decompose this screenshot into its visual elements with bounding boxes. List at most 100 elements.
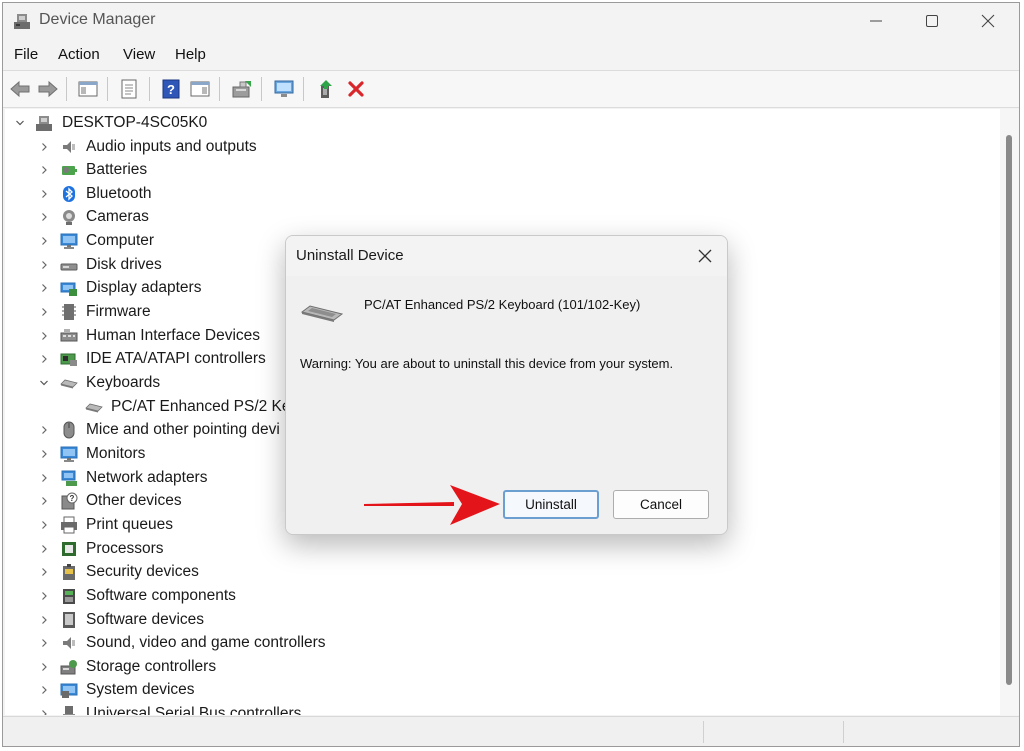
chevron-right-icon[interactable] [39,544,49,554]
chevron-right-icon[interactable] [39,709,49,715]
toolbar-separator [66,77,67,101]
tree-category[interactable]: Universal Serial Bus controllers [5,703,985,715]
scrollbar-thumb[interactable] [1006,135,1012,685]
chevron-right-icon[interactable] [39,283,49,293]
chevron-right-icon[interactable] [39,638,49,648]
minimize-button[interactable] [848,3,904,39]
properties-icon [121,79,137,99]
cancel-button[interactable]: Cancel [613,490,709,519]
chevron-right-icon[interactable] [39,307,49,317]
tree-category[interactable]: Bluetooth [5,183,985,206]
chevron-right-icon[interactable] [39,662,49,672]
svg-text:?: ? [70,494,75,503]
tree-item-label: Firmware [86,303,151,320]
tree-item-label: Cameras [86,208,149,225]
add-driver-icon [320,80,332,98]
tree-item-label: Other devices [86,492,182,509]
maximize-button[interactable] [904,3,960,39]
menu-action[interactable]: Action [58,46,100,63]
tree-category[interactable]: Storage controllers [5,656,985,679]
chevron-right-icon[interactable] [39,567,49,577]
chevron-right-icon[interactable] [39,236,49,246]
chevron-right-icon[interactable] [39,496,49,506]
tree-category[interactable]: System devices [5,679,985,702]
show-hide-console-tree-button[interactable] [75,76,101,102]
title-bar: Device Manager [3,3,1019,39]
tree-item-label: Software components [86,587,236,604]
uninstall-device-button[interactable] [343,76,369,102]
tree-item-label: Disk drives [86,256,162,273]
chevron-right-icon[interactable] [39,189,49,199]
tree-item-label: Sound, video and game controllers [86,634,326,651]
chevron-right-icon[interactable] [39,449,49,459]
monitor-icon [60,446,78,462]
chevron-right-icon[interactable] [39,165,49,175]
menu-help[interactable]: Help [175,46,206,63]
chevron-right-icon[interactable] [39,685,49,695]
help-button[interactable]: ? [158,76,184,102]
network-icon [61,470,77,486]
toolbar-separator [107,77,108,101]
tree-root[interactable]: DESKTOP-4SC05K0 [5,112,985,135]
chevron-right-icon[interactable] [39,212,49,222]
tree-category[interactable]: Software devices [5,609,985,632]
dialog-title: Uninstall Device [296,247,404,264]
action-pane-icon [190,81,210,97]
tree-item-label: Storage controllers [86,658,217,675]
uninstall-button[interactable]: Uninstall [503,490,599,519]
tree-category[interactable]: Security devices [5,561,985,584]
status-cell [843,721,844,743]
status-bar [3,716,1019,746]
toolbar-separator [261,77,262,101]
tree-category[interactable]: Audio inputs and outputs [5,136,985,159]
tree-item-label: Mice and other pointing devi [86,421,280,438]
tree-category[interactable]: Sound, video and game controllers [5,632,985,655]
chevron-right-icon[interactable] [39,591,49,601]
dialog-device-name: PC/AT Enhanced PS/2 Keyboard (101/102-Ke… [364,297,641,312]
chevron-right-icon[interactable] [39,331,49,341]
toolbar-separator [219,77,220,101]
tree-item-label: Print queues [86,516,174,533]
action-pane-button[interactable] [187,76,213,102]
update-driver-button[interactable] [229,76,255,102]
display-adapter-icon [60,282,77,296]
chevron-right-icon[interactable] [39,425,49,435]
tree-category[interactable]: Cameras [5,206,985,229]
properties-button[interactable] [116,76,142,102]
tree-item-label: Display adapters [86,279,202,296]
usb-icon [63,706,75,715]
scan-hardware-button[interactable] [271,76,297,102]
status-cell [703,721,704,743]
computer-name: DESKTOP-4SC05K0 [62,114,208,131]
security-icon [63,564,75,580]
menu-view[interactable]: View [123,46,155,63]
computer-icon [36,116,52,131]
dialog-close-button[interactable] [691,242,719,270]
toolbar-separator [149,77,150,101]
chevron-right-icon[interactable] [39,260,49,270]
back-button[interactable] [7,76,33,102]
add-driver-button[interactable] [313,76,339,102]
software-device-icon [63,612,75,628]
toolbar: ? [3,70,1019,108]
chevron-down-icon[interactable] [39,378,49,388]
chevron-right-icon[interactable] [39,520,49,530]
scan-hardware-icon [274,80,294,97]
chevron-right-icon[interactable] [39,615,49,625]
tree-category[interactable]: Processors [5,538,985,561]
chevron-right-icon[interactable] [39,354,49,364]
camera-icon [63,210,75,225]
chevron-down-icon[interactable] [15,118,25,128]
tree-category[interactable]: Software components [5,585,985,608]
vertical-scrollbar[interactable] [1000,109,1019,715]
toolbar-separator [303,77,304,101]
uninstall-device-dialog: Uninstall Device PC/AT Enhanced PS/2 Key… [285,235,728,535]
chevron-right-icon[interactable] [39,142,49,152]
close-button[interactable] [960,3,1016,39]
tree-item-label: System devices [86,681,195,698]
system-icon [60,683,78,698]
forward-button[interactable] [35,76,61,102]
chevron-right-icon[interactable] [39,473,49,483]
tree-category[interactable]: Batteries [5,159,985,182]
menu-file[interactable]: File [14,46,38,63]
